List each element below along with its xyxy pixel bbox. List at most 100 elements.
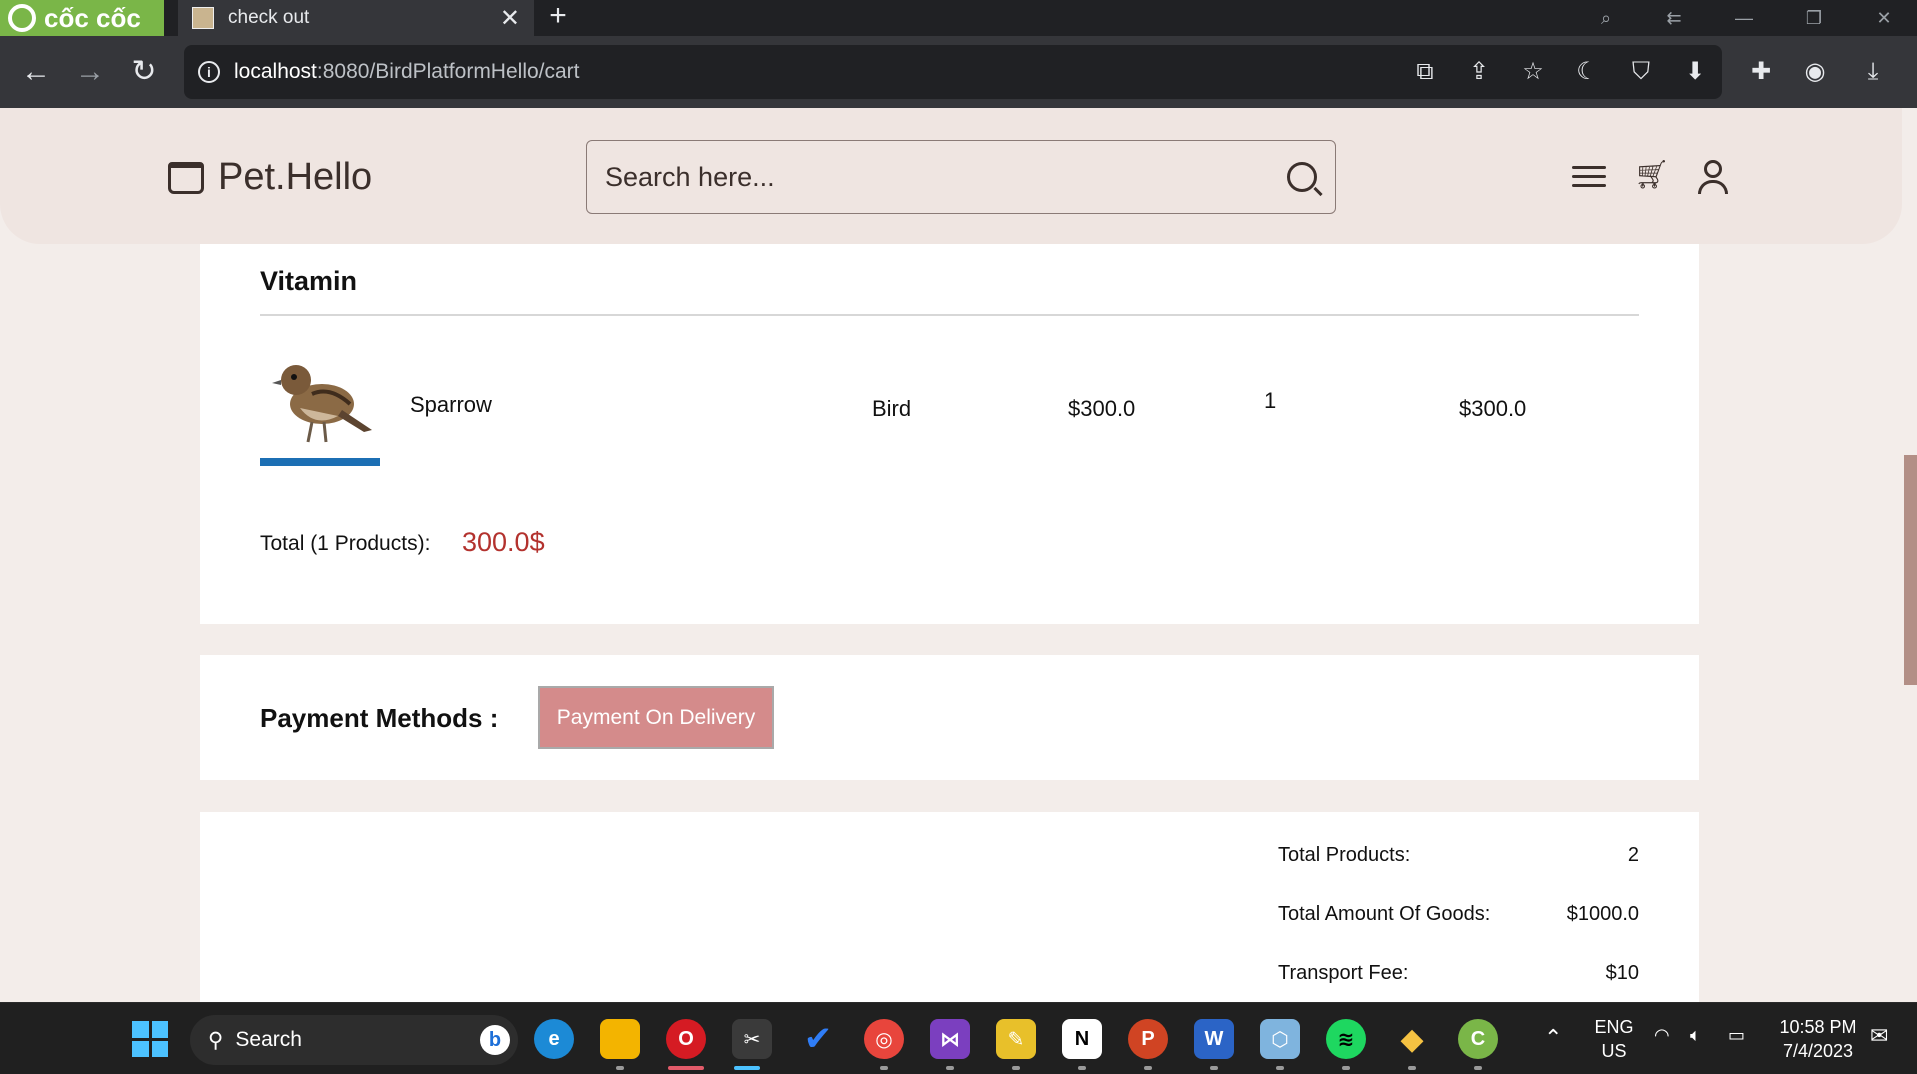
visual-studio-icon[interactable]: ⋈ <box>930 1019 970 1059</box>
search-icon[interactable] <box>1287 162 1317 192</box>
restore-button[interactable]: ❐ <box>1786 0 1842 36</box>
reload-button[interactable]: ↻ <box>126 54 162 90</box>
browser-tab-bar: cốc cốc check out ✕ + ⌕ ⇇ — ❐ ✕ <box>0 0 1917 36</box>
tab-search-icon[interactable]: ⌕ <box>1578 0 1634 36</box>
running-indicator <box>1342 1066 1350 1070</box>
summary-label-total-products: Total Products: <box>1278 844 1411 866</box>
tab-title: check out <box>228 7 310 28</box>
product-image-sparrow[interactable] <box>260 346 380 466</box>
windows-start-icon[interactable] <box>132 1021 168 1057</box>
forward-button[interactable]: → <box>72 54 108 90</box>
bing-icon[interactable]: b <box>480 1025 510 1055</box>
running-indicator <box>616 1066 624 1070</box>
hamburger-menu-icon[interactable] <box>1572 160 1606 194</box>
product-price: $300.0 <box>1068 396 1136 421</box>
chrome-icon[interactable]: ◎ <box>864 1019 904 1059</box>
downloads-icon[interactable]: ⤓ <box>1858 57 1888 87</box>
minimize-button[interactable]: — <box>1716 0 1772 36</box>
summary-value-total-products: 2 <box>1627 844 1639 866</box>
translate-icon[interactable]: ⧉ <box>1410 57 1440 87</box>
summary-label-transport-fee: Transport Fee: <box>1278 962 1409 984</box>
site-logo[interactable]: Pet.Hello <box>168 156 372 199</box>
scrollbar-thumb[interactable] <box>1904 455 1917 685</box>
todo-icon[interactable]: ✔ <box>798 1019 838 1059</box>
taskbar-search-label: Search <box>235 1028 302 1051</box>
running-indicator <box>1078 1066 1086 1070</box>
word-icon[interactable]: W <box>1194 1019 1234 1059</box>
cart-total-label: Total (1 Products): <box>260 532 431 555</box>
powerpoint-icon[interactable]: P <box>1128 1019 1168 1059</box>
logo-text: Pet.Hello <box>218 156 373 198</box>
payment-on-delivery-button[interactable]: Payment On Delivery <box>538 686 774 749</box>
back-button[interactable]: ← <box>18 54 54 90</box>
new-tab-button[interactable]: + <box>544 0 572 36</box>
summary-value-transport-fee: $10 <box>1605 962 1639 984</box>
active-indicator <box>734 1066 760 1070</box>
clock[interactable]: 10:58 PM 7/4/2023 <box>1770 1015 1866 1063</box>
active-indicator <box>668 1066 704 1070</box>
bookmark-star-icon[interactable]: ☆ <box>1518 57 1548 87</box>
back-arrow-icon[interactable]: ⇇ <box>1646 0 1702 36</box>
search-box <box>586 140 1336 214</box>
edge-icon[interactable]: e <box>534 1019 574 1059</box>
payment-methods-label: Payment Methods : <box>260 703 499 733</box>
image-caption-strip <box>260 458 380 466</box>
coccoc-logo[interactable]: cốc cốc <box>0 0 164 36</box>
site-info-icon[interactable]: i <box>198 61 220 83</box>
product-quantity: 1 <box>1264 388 1277 413</box>
store-icon <box>168 161 204 194</box>
order-summary-card: Total Products: 2 Total Amount Of Goods:… <box>200 812 1699 1002</box>
coccoc-taskbar-icon[interactable]: C <box>1458 1019 1498 1059</box>
cart-icon[interactable]: 🛒︎ <box>1634 158 1670 192</box>
language-indicator[interactable]: ENG US <box>1592 1015 1636 1063</box>
profile-icon[interactable]: ◉ <box>1800 57 1830 87</box>
running-indicator <box>1144 1066 1152 1070</box>
vector-app-icon[interactable]: ✎ <box>996 1019 1036 1059</box>
product-subtotal: $300.0 <box>1459 396 1527 421</box>
notifications-icon[interactable]: ✉ <box>1870 1023 1888 1049</box>
git-icon[interactable]: ◆ <box>1392 1019 1432 1059</box>
cart-card: Vitamin Sparrow Bird $300.0 1 $300.0 Tot… <box>200 244 1699 624</box>
product-name[interactable]: Sparrow <box>410 392 492 418</box>
user-account-icon[interactable] <box>1696 160 1730 194</box>
shield-icon[interactable]: ⛉ <box>1626 57 1656 87</box>
url-host: localhost <box>234 60 317 83</box>
virtualbox-icon[interactable]: ⬡ <box>1260 1019 1300 1059</box>
show-hidden-icons-chevron-icon[interactable]: ⌃ <box>1544 1025 1562 1051</box>
lang-line1: ENG <box>1594 1017 1634 1037</box>
clock-time: 10:58 PM <box>1779 1017 1857 1037</box>
battery-icon[interactable]: ▭ <box>1728 1025 1745 1046</box>
opera-icon[interactable]: O <box>666 1019 706 1059</box>
dark-mode-moon-icon[interactable]: ☾ <box>1572 57 1602 87</box>
running-indicator <box>1276 1066 1284 1070</box>
search-icon: ⚲ <box>208 1028 224 1052</box>
download-extension-icon[interactable]: ⬇ <box>1680 57 1710 87</box>
summary-label-total-amount: Total Amount Of Goods: <box>1278 903 1491 925</box>
wifi-icon[interactable]: ◠ <box>1654 1025 1670 1046</box>
category-title: Vitamin <box>260 266 358 296</box>
running-indicator <box>880 1066 888 1070</box>
divider <box>260 314 1639 316</box>
windows-taskbar: ⚲ Search b e O ✂ ✔ ◎ ⋈ ✎ N P W ⬡ ≋ ◆ C ⌃… <box>0 1002 1917 1074</box>
running-indicator <box>1474 1066 1482 1070</box>
extensions-puzzle-icon[interactable]: ✚ <box>1746 57 1776 87</box>
spotify-icon[interactable]: ≋ <box>1326 1019 1366 1059</box>
snipping-tool-icon[interactable]: ✂ <box>732 1019 772 1059</box>
tab-check-out[interactable]: check out ✕ <box>178 0 534 36</box>
product-type: Bird <box>872 396 912 421</box>
payment-card: Payment Methods : Payment On Delivery <box>200 655 1699 780</box>
close-tab-icon[interactable]: ✕ <box>500 4 520 33</box>
taskbar-search[interactable]: ⚲ Search b <box>190 1015 518 1065</box>
search-input[interactable] <box>605 161 1287 193</box>
bird-favicon-icon <box>192 7 214 29</box>
site-header: Pet.Hello 🛒︎ <box>0 108 1902 244</box>
browser-brand: cốc cốc <box>44 2 141 33</box>
running-indicator <box>1012 1066 1020 1070</box>
notion-icon[interactable]: N <box>1062 1019 1102 1059</box>
running-indicator <box>1210 1066 1218 1070</box>
volume-icon[interactable]: 🔈︎ <box>1690 1025 1701 1046</box>
close-window-button[interactable]: ✕ <box>1856 0 1912 36</box>
share-icon[interactable]: ⇪ <box>1464 57 1494 87</box>
file-explorer-icon[interactable] <box>600 1019 640 1059</box>
browser-toolbar: ← → ↻ i localhost:8080/BirdPlatformHello… <box>0 36 1917 108</box>
